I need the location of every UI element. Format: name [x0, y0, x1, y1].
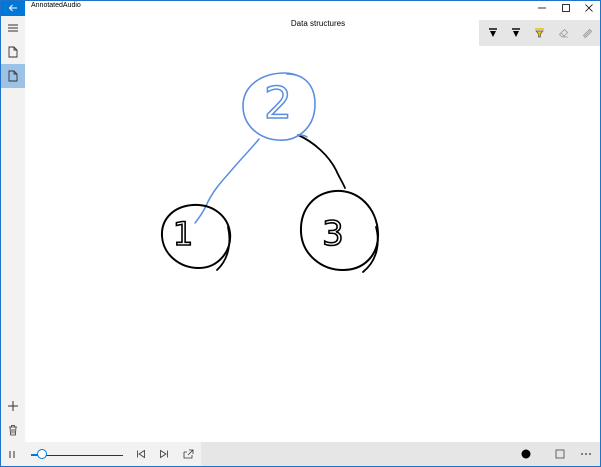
eraser-tool[interactable]: [551, 20, 575, 46]
ruler-tool[interactable]: [575, 20, 599, 46]
skip-back-icon: [137, 449, 145, 459]
eraser-icon: [558, 28, 568, 37]
menu-button[interactable]: [1, 16, 25, 40]
document-icon: [8, 46, 18, 58]
ballpoint-pen-icon: [489, 28, 497, 37]
pause-button[interactable]: [1, 442, 23, 466]
tree-node-3: 3: [299, 189, 380, 273]
minimize-icon: [538, 7, 546, 9]
share-icon: [183, 449, 193, 459]
page-title: Data structures: [290, 19, 346, 28]
tree-edge-2-3: [297, 134, 346, 189]
sidebar-page-1[interactable]: [1, 40, 25, 64]
minimize-button[interactable]: [530, 0, 554, 16]
record-button[interactable]: [515, 442, 537, 466]
skip-forward-icon: [160, 449, 168, 459]
pause-icon: [9, 450, 15, 458]
document-icon: [8, 70, 18, 82]
hamburger-icon: [8, 24, 18, 32]
ink-toolbar: [479, 20, 600, 46]
stop-icon: [555, 449, 565, 459]
trash-icon: [9, 425, 17, 436]
playback-slider-thumb[interactable]: [37, 449, 48, 459]
tree-node-2-label: 2: [264, 78, 292, 129]
skip-back-button[interactable]: [130, 442, 152, 466]
maximize-icon: [562, 4, 570, 12]
app-title: AnnotatedAudio: [31, 2, 81, 9]
tree-node-1: 1: [160, 203, 232, 271]
playback-bar: [1, 442, 600, 466]
back-button[interactable]: [1, 0, 25, 16]
pencil-icon: [512, 28, 520, 37]
back-arrow-icon: [8, 4, 17, 12]
sidebar-page-2[interactable]: [1, 64, 25, 88]
ink-drawing: 2 1 3: [160, 72, 380, 273]
recording-panel: [201, 442, 600, 466]
ballpoint-pen-tool[interactable]: [481, 20, 505, 46]
maximize-button[interactable]: [554, 0, 578, 16]
tree-node-2: 2: [242, 72, 316, 141]
plus-icon: [8, 401, 18, 411]
ruler-icon: [582, 28, 592, 38]
highlighter-icon: [534, 28, 544, 38]
title-bar: AnnotatedAudio: [0, 0, 601, 16]
more-options-button[interactable]: [575, 442, 597, 466]
tree-node-3-label: 3: [322, 214, 344, 254]
share-button[interactable]: [177, 442, 199, 466]
pencil-tool[interactable]: [504, 20, 528, 46]
highlighter-tool[interactable]: [527, 20, 551, 46]
delete-page-button[interactable]: [1, 418, 25, 442]
skip-forward-button[interactable]: [153, 442, 175, 466]
tree-edge-2-1: [194, 138, 260, 224]
add-page-button[interactable]: [1, 394, 25, 418]
sidebar: [1, 16, 25, 442]
ink-canvas[interactable]: 2 1 3: [25, 46, 600, 442]
close-button[interactable]: [577, 0, 601, 16]
more-icon: [581, 453, 591, 455]
record-icon: [521, 449, 531, 459]
stop-button[interactable]: [549, 442, 571, 466]
close-icon: [585, 4, 593, 12]
tree-node-1-label: 1: [173, 215, 193, 253]
